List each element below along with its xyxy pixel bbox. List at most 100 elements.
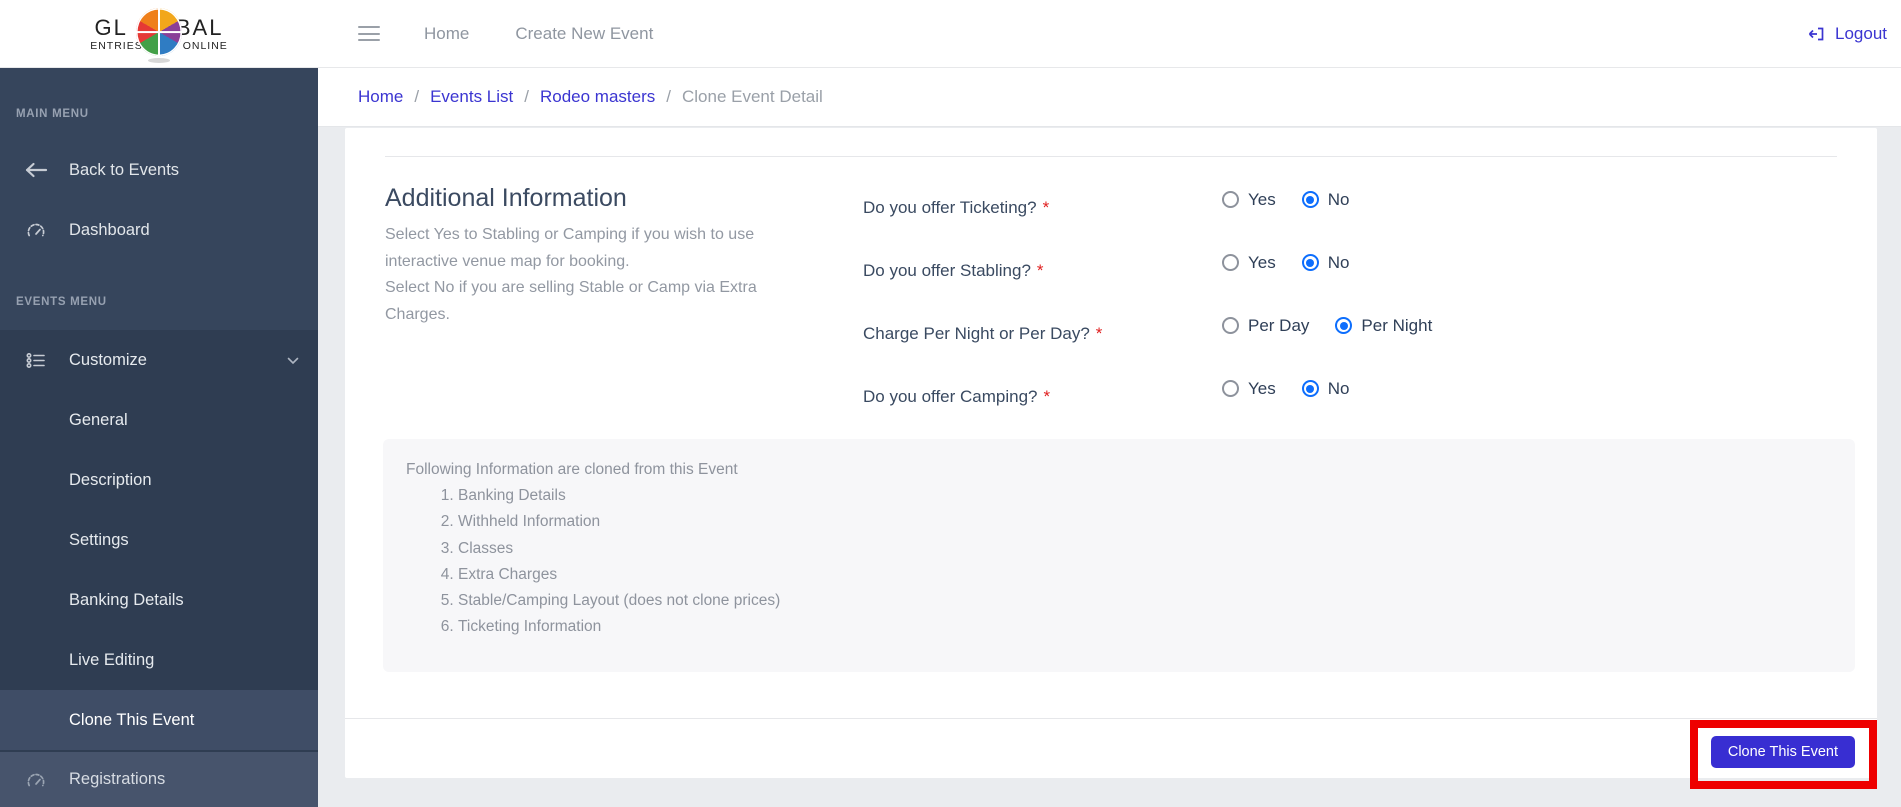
sidebar-item-general[interactable]: General bbox=[0, 390, 318, 450]
radio-unselected-icon[interactable] bbox=[1222, 191, 1239, 208]
question-camping: Do you offer Camping? * bbox=[863, 365, 1102, 428]
list-icon bbox=[24, 352, 48, 369]
description-line: Select No if you are selling Stable or C… bbox=[385, 279, 757, 323]
radio-option-yes[interactable]: Yes bbox=[1222, 253, 1276, 273]
radio-option-label: Yes bbox=[1248, 378, 1276, 398]
section-description: Select Yes to Stabling or Camping if you… bbox=[385, 222, 805, 328]
sidebar-item-label: Description bbox=[69, 470, 152, 489]
description-line: Select Yes to Stabling or Camping if you… bbox=[385, 226, 755, 270]
section-divider bbox=[385, 156, 1837, 157]
radio-selected-icon[interactable] bbox=[1301, 254, 1319, 271]
page-background: Additional Information Select Yes to Sta… bbox=[318, 127, 1901, 807]
radio-selected-icon[interactable] bbox=[1335, 317, 1353, 334]
required-marker: * bbox=[1036, 260, 1044, 280]
cloned-info-list: Banking DetailsWithheld InformationClass… bbox=[406, 483, 1855, 641]
sidebar-item-label: Clone This Event bbox=[69, 710, 195, 729]
footer-divider bbox=[345, 718, 1877, 719]
globe-icon bbox=[135, 8, 182, 57]
radio-group-ticketing: Yes No bbox=[1222, 168, 1432, 231]
cloned-info-item: Withheld Information bbox=[458, 509, 1855, 535]
required-marker: * bbox=[1042, 197, 1050, 217]
radio-option-label: No bbox=[1327, 252, 1350, 272]
breadcrumb-link-events-list[interactable]: Events List bbox=[430, 87, 513, 107]
radio-option-label: Yes bbox=[1248, 189, 1276, 209]
gauge-icon bbox=[24, 772, 48, 788]
logo-text-online: ONLINE bbox=[182, 39, 228, 52]
sidebar-item-label: Banking Details bbox=[69, 590, 184, 609]
sidebar-item-label: Back to Events bbox=[69, 160, 180, 179]
sidebar-item-label: Live Editing bbox=[69, 650, 155, 669]
radio-group-camping: Yes No bbox=[1222, 357, 1432, 420]
question-charge-period: Charge Per Night or Per Day? * bbox=[863, 302, 1102, 365]
radio-option-label: Yes bbox=[1248, 252, 1276, 272]
cloned-info-item: Classes bbox=[458, 536, 1855, 562]
section-title: Additional Information bbox=[385, 184, 627, 212]
radio-option-per-night[interactable]: Per Night bbox=[1335, 316, 1432, 336]
logout-icon bbox=[1808, 27, 1824, 41]
required-marker: * bbox=[1095, 323, 1103, 343]
radio-option-label: Per Night bbox=[1361, 315, 1433, 335]
sidebar-item-label: Registrations bbox=[69, 770, 166, 788]
sidebar-item-dashboard[interactable]: Dashboard bbox=[0, 208, 318, 252]
sidebar-item-registrations[interactable]: Registrations bbox=[0, 752, 318, 807]
question-label: Do you offer Ticketing? bbox=[863, 197, 1037, 217]
cloned-info-box: Following Information are cloned from th… bbox=[383, 439, 1855, 672]
main-menu-label: MAIN MENU bbox=[16, 108, 89, 120]
globe-shadow bbox=[147, 58, 170, 64]
question-ticketing: Do you offer Ticketing? * bbox=[863, 176, 1102, 239]
app-logo[interactable]: GL BAL ENTRIES ONLINE bbox=[0, 0, 318, 68]
radio-option-per-day[interactable]: Per Day bbox=[1222, 316, 1309, 336]
sidebar-item-back-to-events[interactable]: Back to Events bbox=[0, 148, 318, 192]
cloned-info-item: Ticketing Information bbox=[458, 614, 1855, 640]
radio-option-label: No bbox=[1327, 378, 1350, 398]
sidebar-item-label: General bbox=[69, 410, 128, 429]
breadcrumb-link-rodeo-masters[interactable]: Rodeo masters bbox=[540, 87, 655, 107]
radio-unselected-icon[interactable] bbox=[1222, 380, 1239, 397]
sidebar-item-label: Customize bbox=[69, 350, 147, 369]
sidebar: MAIN MENU Back to Events Dashboard EVENT… bbox=[0, 68, 318, 807]
radio-option-no[interactable]: No bbox=[1301, 378, 1350, 399]
sidebar-item-label: Dashboard bbox=[69, 220, 150, 239]
sidebar-item-settings[interactable]: Settings bbox=[0, 510, 318, 570]
customize-submenu: Customize General Description Settings B… bbox=[0, 330, 318, 752]
question-label: Charge Per Night or Per Day? bbox=[863, 323, 1090, 343]
clone-this-event-button[interactable]: Clone This Event bbox=[1710, 736, 1855, 768]
radio-groups: Yes No Yes No Per Day Per Night Yes No bbox=[1222, 168, 1432, 420]
nav-link-home[interactable]: Home bbox=[424, 24, 469, 44]
breadcrumb-link-home[interactable]: Home bbox=[358, 87, 403, 107]
cloned-info-item: Extra Charges bbox=[458, 562, 1855, 588]
top-navbar: GL BAL ENTRIES ONLINE Home Create New Ev… bbox=[0, 0, 1901, 68]
required-marker: * bbox=[1043, 386, 1051, 406]
section-intro: Additional Information Select Yes to Sta… bbox=[385, 168, 805, 328]
logout-button[interactable]: Logout bbox=[1806, 0, 1887, 68]
sidebar-item-clone-this-event[interactable]: Clone This Event bbox=[0, 690, 318, 750]
question-label: Do you offer Stabling? bbox=[863, 260, 1031, 280]
breadcrumb: Home / Events List / Rodeo masters / Clo… bbox=[318, 68, 1901, 127]
radio-selected-icon[interactable] bbox=[1301, 380, 1319, 397]
radio-option-label: Per Day bbox=[1248, 315, 1310, 335]
arrow-left-icon bbox=[24, 162, 48, 178]
nav-link-create-new-event[interactable]: Create New Event bbox=[515, 24, 653, 44]
radio-unselected-icon[interactable] bbox=[1222, 317, 1239, 334]
sidebar-item-live-editing[interactable]: Live Editing bbox=[0, 630, 318, 690]
radio-unselected-icon[interactable] bbox=[1222, 254, 1239, 271]
logo-text: GL BAL ENTRIES ONLINE bbox=[90, 8, 228, 64]
sidebar-item-banking-details[interactable]: Banking Details bbox=[0, 570, 318, 630]
question-labels: Do you offer Ticketing? * Do you offer St… bbox=[863, 176, 1102, 428]
hamburger-menu-icon[interactable] bbox=[358, 26, 380, 41]
radio-option-yes[interactable]: Yes bbox=[1222, 379, 1276, 399]
gauge-icon bbox=[24, 222, 48, 238]
radio-option-no[interactable]: No bbox=[1301, 252, 1350, 273]
radio-group-charge-period: Per Day Per Night bbox=[1222, 294, 1432, 357]
sidebar-item-description[interactable]: Description bbox=[0, 450, 318, 510]
logo-text-entries: ENTRIES bbox=[90, 39, 143, 52]
radio-option-yes[interactable]: Yes bbox=[1222, 190, 1276, 210]
sidebar-item-customize[interactable]: Customize bbox=[0, 330, 318, 390]
logout-label: Logout bbox=[1835, 24, 1887, 43]
radio-selected-icon[interactable] bbox=[1301, 191, 1319, 208]
radio-option-no[interactable]: No bbox=[1301, 190, 1349, 210]
cloned-info-title: Following Information are cloned from th… bbox=[406, 461, 738, 478]
radio-group-stabling: Yes No bbox=[1222, 231, 1432, 294]
cloned-info-item: Banking Details bbox=[458, 483, 1855, 509]
navbar-links: Home Create New Event bbox=[424, 0, 653, 68]
